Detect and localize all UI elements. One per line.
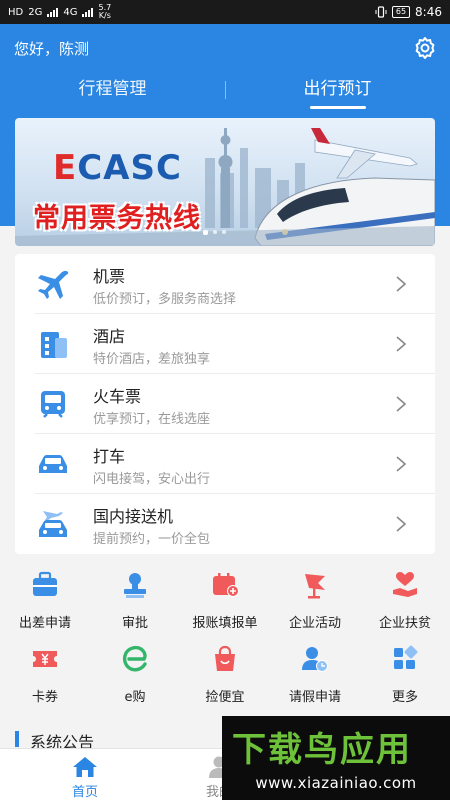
watermark: 下载鸟应用 www.xiazainiao.com — [222, 716, 450, 800]
grid-more-icon — [394, 645, 418, 669]
hd-tag: HD — [8, 6, 24, 18]
watermark-title: 下载鸟应用 — [232, 730, 412, 770]
service-list: 机票 低价预订，多服务商选择 酒店 特价酒店，差旅独享 火车票 优享预订，在线选… — [15, 254, 435, 554]
network-4g-tag: 4G — [63, 6, 78, 18]
service-flight[interactable]: 机票 低价预订，多服务商选择 — [15, 254, 435, 314]
home-icon — [73, 757, 97, 777]
service-subtitle: 闪电接驾，安心出行 — [93, 472, 211, 487]
train-icon — [41, 391, 65, 418]
status-bar: HD 2G 4G 5.7 K/s 65 8:46 — [0, 0, 450, 24]
service-hotel[interactable]: 酒店 特价酒店，差旅独享 — [15, 314, 435, 374]
grid-label: e购 — [124, 690, 146, 705]
banner-carousel[interactable]: ECASC 常用票务热线 — [15, 118, 435, 246]
function-grid: 出差申请 审批 报账填报单 企业活动 企业扶贫 卡券 e购 捡便宜 请假申请 更… — [0, 566, 450, 712]
grid-item-coupons[interactable]: 卡券 — [0, 640, 90, 710]
service-taxi[interactable]: 打车 闪电接驾，安心出行 — [15, 434, 435, 494]
service-subtitle: 低价预订，多服务商选择 — [93, 292, 237, 307]
banner-title: 常用票务热线 — [33, 203, 201, 234]
tab-divider — [225, 81, 226, 99]
greeting: 您好，陈测 — [14, 40, 90, 58]
network-2g-tag: 2G — [28, 6, 43, 18]
grid-item-leave-request[interactable]: 请假申请 — [270, 640, 360, 710]
grid-item-company-events[interactable]: 企业活动 — [270, 566, 360, 636]
status-right: 65 8:46 — [375, 5, 442, 19]
chevron-right-icon — [396, 276, 407, 292]
watermark-url: www.xiazainiao.com — [255, 774, 417, 792]
chevron-right-icon — [396, 456, 407, 472]
airport-transfer-icon — [39, 511, 67, 537]
calendar-plus-icon — [213, 573, 239, 597]
service-train[interactable]: 火车票 优享预订，在线选座 — [15, 374, 435, 434]
service-subtitle: 提前预约，一价全包 — [93, 532, 211, 547]
grid-label: 报账填报单 — [192, 616, 258, 631]
grid-label: 审批 — [121, 616, 148, 631]
stamp-icon — [124, 573, 146, 598]
chevron-right-icon — [396, 396, 407, 412]
plane-graphic — [311, 128, 418, 179]
service-subtitle: 特价酒店，差旅独享 — [93, 352, 211, 367]
grid-item-approval[interactable]: 审批 — [90, 566, 180, 636]
service-title: 火车票 — [93, 387, 142, 406]
grid-item-more[interactable]: 更多 — [360, 640, 450, 710]
nav-home[interactable]: 首页 — [40, 749, 130, 800]
ecasc-logo-text: CASC — [77, 148, 182, 188]
gear-icon[interactable] — [412, 35, 438, 61]
flag-icon — [305, 574, 325, 599]
ecasc-logo-e: E — [53, 148, 78, 188]
service-airport-transfer[interactable]: 国内接送机 提前预约，一价全包 — [15, 494, 435, 554]
grid-label: 出差申请 — [18, 616, 71, 631]
grid-label: 企业扶贫 — [378, 616, 431, 631]
coupon-icon — [33, 651, 57, 667]
grid-item-bargains[interactable]: 捡便宜 — [180, 640, 270, 710]
tab-trip-management[interactable]: 行程管理 — [0, 74, 225, 106]
grid-label: 更多 — [391, 690, 418, 705]
hotel-icon — [41, 332, 67, 358]
grid-label: 捡便宜 — [205, 690, 245, 705]
carousel-dot[interactable] — [203, 230, 208, 235]
nav-label: 首页 — [71, 785, 98, 800]
grid-label: 请假申请 — [288, 690, 341, 705]
battery-level: 65 — [391, 6, 411, 18]
service-title: 打车 — [93, 447, 126, 466]
suitcase-icon — [33, 571, 57, 596]
carousel-dot[interactable] — [213, 230, 217, 234]
section-accent-bar — [15, 731, 19, 747]
status-left: HD 2G 4G 5.7 K/s — [8, 4, 111, 20]
clock: 8:46 — [415, 5, 442, 19]
carousel-dots — [203, 230, 226, 235]
speed-unit: K/s — [98, 11, 111, 20]
chevron-right-icon — [396, 336, 407, 352]
grid-item-expense-form[interactable]: 报账填报单 — [180, 566, 270, 636]
grid-label: 卡券 — [31, 690, 58, 705]
chevron-right-icon — [396, 516, 407, 532]
shopping-bag-icon — [215, 645, 235, 671]
service-title: 国内接送机 — [93, 507, 174, 526]
service-subtitle: 优享预订，在线选座 — [93, 412, 211, 427]
signal-icon-2 — [82, 7, 94, 17]
tab-travel-booking[interactable]: 出行预订 — [225, 74, 450, 109]
grid-label: 企业活动 — [288, 616, 341, 631]
grid-item-e-shop[interactable]: e购 — [90, 640, 180, 710]
grid-item-poverty-relief[interactable]: 企业扶贫 — [360, 566, 450, 636]
vibrate-icon — [375, 6, 387, 18]
airplane-icon — [38, 270, 69, 299]
signal-icon — [47, 7, 59, 17]
grid-item-travel-request[interactable]: 出差申请 — [0, 566, 90, 636]
service-title: 机票 — [93, 267, 126, 286]
user-clock-icon — [302, 647, 328, 672]
carousel-dot[interactable] — [222, 230, 226, 234]
ecasc-logo: ECASC — [53, 148, 182, 188]
service-title: 酒店 — [93, 327, 126, 346]
network-speed: 5.7 K/s — [98, 4, 111, 20]
e-shop-icon — [122, 645, 147, 672]
car-icon — [39, 455, 67, 473]
heart-hand-icon — [393, 572, 417, 597]
